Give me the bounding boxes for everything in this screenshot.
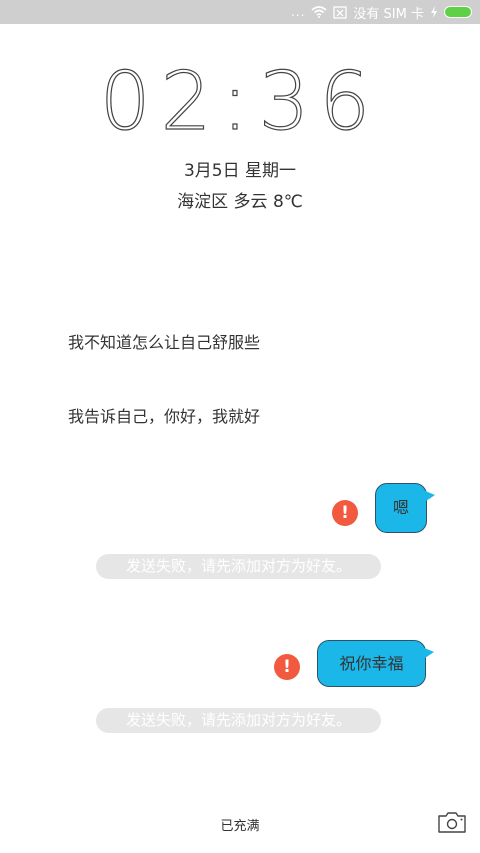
sim-status-text: 没有 SIM 卡 xyxy=(353,6,424,22)
status-indicators: ... 没有 SIM 卡 xyxy=(290,4,472,22)
received-message: 我不知道怎么让自己舒服些 xyxy=(68,333,261,352)
received-message: 我告诉自己，你好，我就好 xyxy=(68,407,261,426)
bolt-icon xyxy=(431,6,437,18)
sent-message-bubble[interactable]: 祝你幸福 xyxy=(317,640,434,687)
sent-message-text: 祝你幸福 xyxy=(339,654,404,673)
no-sim-icon xyxy=(333,5,348,19)
wifi-icon xyxy=(311,6,327,18)
send-failed-notice: 发送失败，请先添加对方为好友。 xyxy=(96,708,381,733)
lock-clock: 02:36 xyxy=(99,54,381,148)
more-dots: ... xyxy=(290,5,306,19)
bubble-tail xyxy=(422,647,434,660)
camera-icon[interactable] xyxy=(437,810,467,834)
sent-message-text: 嗯 xyxy=(392,498,409,517)
send-failed-icon[interactable]: ! xyxy=(332,500,358,526)
send-failed-notice: 发送失败，请先添加对方为好友。 xyxy=(96,554,381,579)
date-label: 3月5日 星期一 xyxy=(183,161,297,181)
send-failed-icon[interactable]: ! xyxy=(274,654,300,680)
bubble-tail xyxy=(423,490,435,503)
weather-label: 海淀区 多云 8℃ xyxy=(177,192,303,212)
battery-icon xyxy=(444,6,472,18)
charge-status: 已充满 xyxy=(220,819,260,834)
status-bar: ... 没有 SIM 卡 xyxy=(0,0,480,24)
sent-message-bubble[interactable]: 嗯 xyxy=(375,483,435,533)
